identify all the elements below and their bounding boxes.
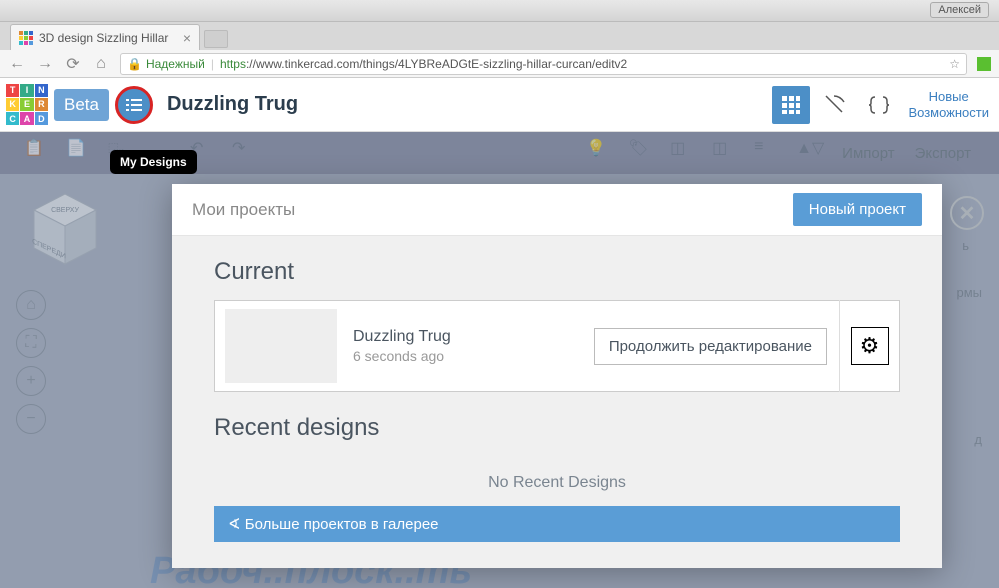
reload-icon[interactable]: ⟳ — [64, 54, 82, 74]
redo-icon[interactable]: ↷ — [232, 138, 262, 168]
design-card-time: 6 seconds ago — [353, 348, 537, 364]
app-topbar: TIN KER CAD Beta Duzzling Trug Новые Воз… — [0, 78, 999, 132]
gallery-button-label: Больше проектов в галерее — [245, 516, 439, 533]
code-button[interactable] — [860, 86, 898, 124]
blocks-button[interactable] — [816, 86, 854, 124]
align-icon[interactable]: ≡ — [754, 138, 784, 168]
my-projects-dialog: Мои проекты Новый проект Current Duzzlin… — [172, 184, 942, 568]
recent-heading: Recent designs — [214, 414, 900, 442]
more-projects-gallery-button[interactable]: ∢ Больше проектов в галерее — [214, 506, 900, 542]
current-heading: Current — [214, 258, 900, 286]
right-label-trunc2: д — [974, 432, 982, 447]
home-view-icon[interactable]: ⌂ — [16, 290, 46, 320]
dialog-header: Мои проекты Новый проект — [172, 184, 942, 236]
secure-label: Надежный — [146, 57, 205, 71]
tab-bar: 3D design Sizzling Hillar × — [0, 22, 999, 50]
shapes-panel-button[interactable] — [772, 86, 810, 124]
dialog-body: Current Duzzling Trug 6 seconds ago Прод… — [172, 236, 942, 542]
tab-title: 3D design Sizzling Hillar — [39, 31, 168, 45]
url-host: ://www.tinkercad.com — [246, 57, 359, 71]
viewcube[interactable]: СВЕРХУ СПЕРЕДИ — [30, 192, 100, 272]
ungroup-icon[interactable]: ◫ — [712, 138, 742, 168]
design-thumbnail[interactable] — [225, 309, 337, 383]
address-bar-row: ← → ⟳ ⌂ 🔒 Надежный | https ://www.tinker… — [0, 50, 999, 78]
news-line2: Возможности — [908, 105, 989, 121]
zoom-in-icon[interactable]: + — [16, 366, 46, 396]
url-path: /things/4LYBReADGtE-sizzling-hillar-curc… — [359, 57, 627, 71]
design-name[interactable]: Duzzling Trug — [167, 93, 298, 116]
zoom-out-icon[interactable]: − — [16, 404, 46, 434]
tinkercad-logo-icon[interactable]: TIN KER CAD — [6, 84, 48, 126]
view-tools: ⌂ ⛶ + − — [16, 290, 46, 442]
right-label-shapes: рмы — [956, 285, 982, 300]
news-link[interactable]: Новые Возможности — [904, 89, 993, 120]
new-tab-button[interactable] — [204, 30, 228, 48]
design-card-name: Duzzling Trug — [353, 328, 537, 346]
list-icon — [124, 95, 144, 115]
export-button[interactable]: Экспорт — [915, 145, 971, 162]
mirror-icon[interactable]: ▲▽ — [796, 138, 826, 168]
browser-tab[interactable]: 3D design Sizzling Hillar × — [10, 24, 200, 50]
group-icon[interactable]: ◫ — [670, 138, 700, 168]
dialog-close-button[interactable]: ✕ — [950, 196, 984, 230]
user-badge[interactable]: Алексей — [930, 2, 989, 18]
back-icon[interactable]: ← — [8, 55, 26, 73]
continue-editing-button[interactable]: Продолжить редактирование — [594, 328, 827, 365]
tab-close-icon[interactable]: × — [183, 30, 191, 46]
address-bar[interactable]: 🔒 Надежный | https ://www.tinkercad.com … — [120, 53, 967, 75]
my-designs-button[interactable] — [115, 86, 153, 124]
dialog-title: Мои проекты — [192, 200, 295, 220]
import-button[interactable]: Импорт — [842, 145, 894, 162]
note-icon[interactable]: 🏷 — [628, 138, 658, 168]
bulb-icon[interactable]: 💡 — [586, 138, 616, 168]
no-recent-designs-label: No Recent Designs — [214, 456, 900, 506]
favicon-icon — [19, 31, 33, 45]
chevron-left-icon: ∢ — [228, 516, 245, 533]
close-x-icon: ✕ — [959, 201, 976, 226]
url-protocol: https — [220, 57, 246, 71]
home-icon[interactable]: ⌂ — [92, 55, 110, 73]
copy-icon[interactable]: 📋 — [24, 138, 54, 168]
lock-icon: 🔒 — [127, 57, 142, 71]
new-project-button[interactable]: Новый проект — [793, 193, 922, 226]
window-titlebar: Алексей — [0, 0, 999, 22]
paste-icon[interactable]: 📄 — [66, 138, 96, 168]
design-settings-button[interactable]: ⚙ — [851, 327, 889, 365]
pickaxe-icon — [822, 92, 848, 118]
grid-icon — [780, 94, 802, 116]
my-designs-tooltip: My Designs — [110, 150, 197, 174]
news-line1: Новые — [908, 89, 989, 105]
fit-view-icon[interactable]: ⛶ — [16, 328, 46, 358]
svg-text:СВЕРХУ: СВЕРХУ — [51, 207, 79, 214]
extension-icon[interactable] — [977, 57, 991, 71]
forward-icon[interactable]: → — [36, 55, 54, 73]
code-braces-icon — [866, 92, 892, 118]
gear-icon: ⚙ — [860, 333, 880, 359]
current-design-card: Duzzling Trug 6 seconds ago Продолжить р… — [214, 300, 900, 392]
beta-badge: Beta — [54, 89, 109, 121]
bookmark-star-icon[interactable]: ☆ — [949, 57, 960, 71]
browser-chrome: Алексей 3D design Sizzling Hillar × ← → … — [0, 0, 999, 78]
right-label-trunc1: ь — [962, 238, 969, 253]
